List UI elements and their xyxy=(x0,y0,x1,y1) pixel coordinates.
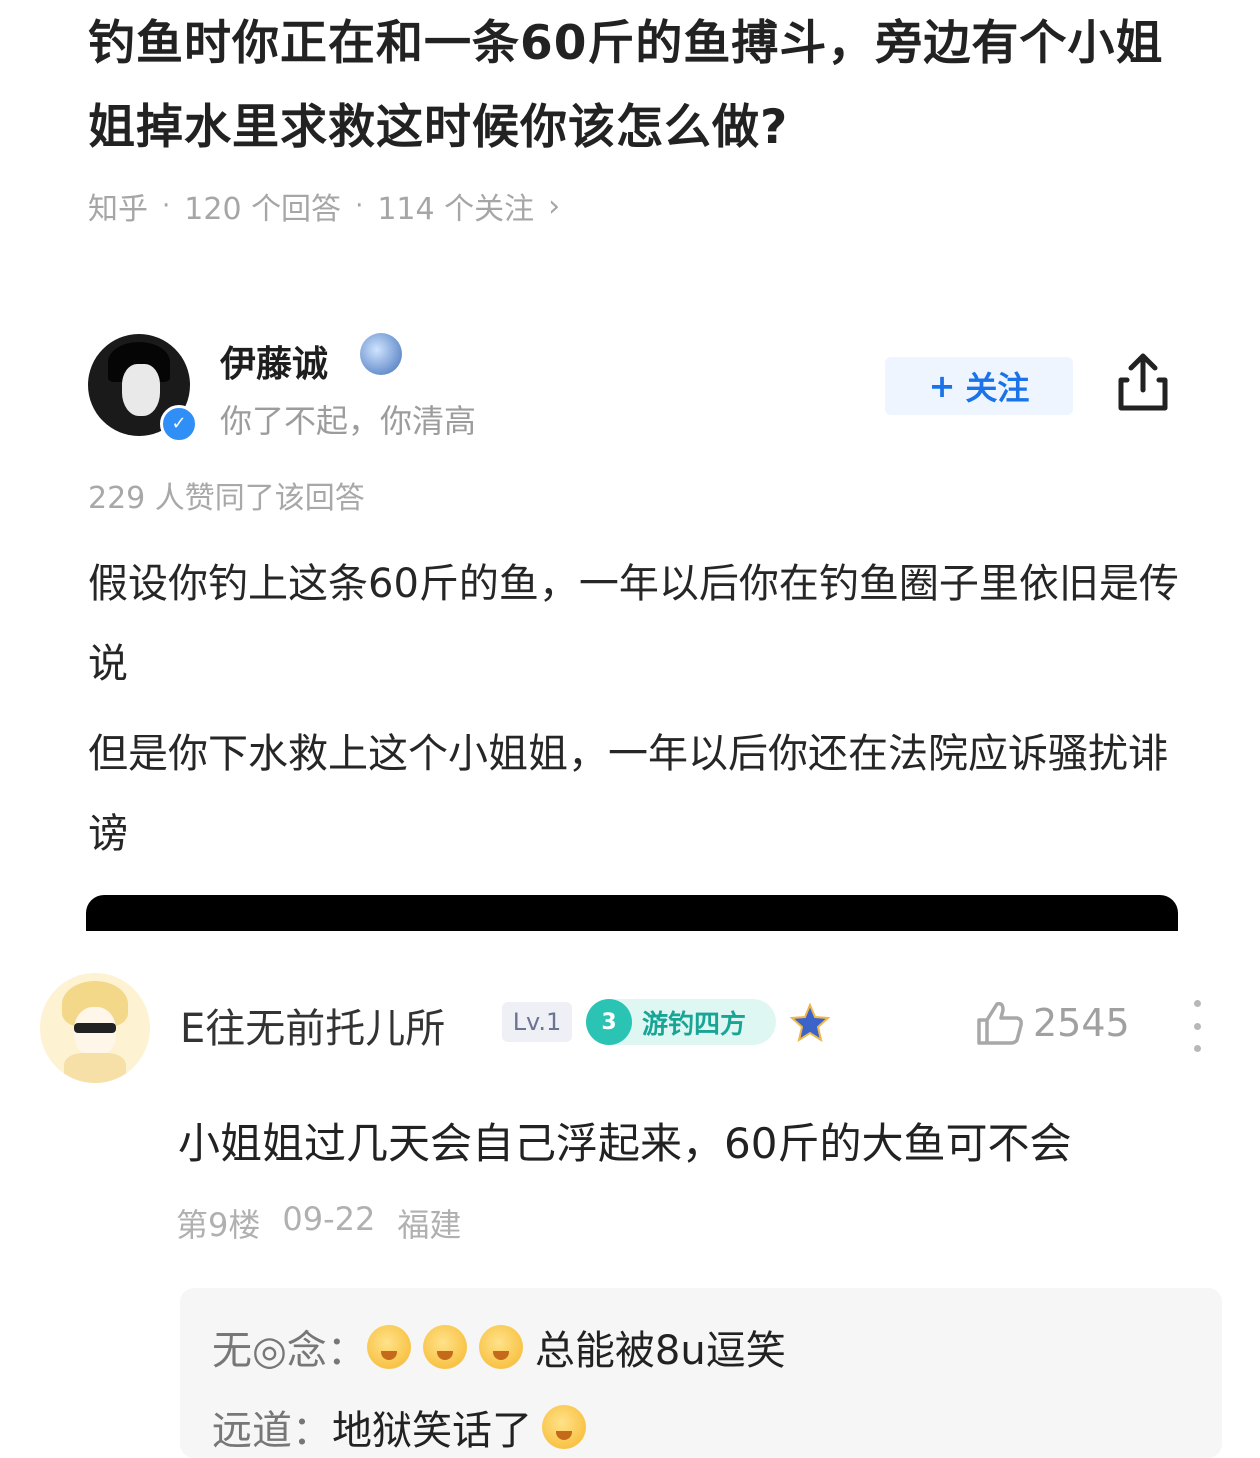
author-signature: 你了不起，你清高 xyxy=(220,402,477,440)
avatar-glasses xyxy=(74,1023,116,1033)
badge-gem-icon: 3 xyxy=(586,999,632,1045)
commenter-name[interactable]: E往无前托儿所 xyxy=(180,996,445,1054)
laugh-emoji-icon xyxy=(422,1325,467,1369)
plus-icon: + xyxy=(928,367,956,405)
more-vertical-icon[interactable] xyxy=(1190,1000,1204,1052)
like-count: 2545 xyxy=(1033,1001,1130,1045)
reply-text: 总能被8u逗笑 xyxy=(534,1328,786,1374)
badge-label: 游钓四方 xyxy=(642,1009,747,1040)
divider-bar xyxy=(86,895,1178,931)
follow-label: 关注 xyxy=(965,369,1030,407)
floor-number: 第9楼 xyxy=(176,1206,261,1244)
laugh-emoji-icon xyxy=(478,1325,523,1369)
verified-icon: ✓ xyxy=(160,405,198,443)
comment-text: 小姐姐过几天会自己浮起来，60斤的大鱼可不会 xyxy=(178,1119,1072,1168)
commenter-avatar[interactable] xyxy=(40,973,150,1083)
separator-dot: · xyxy=(355,191,364,221)
reply-item[interactable]: 无◎念： 总能被8u逗笑 xyxy=(212,1318,786,1376)
avatar-face xyxy=(122,364,160,416)
dot xyxy=(1193,1000,1201,1007)
source-label[interactable]: 知乎 xyxy=(88,184,148,228)
comment-date: 09-22 xyxy=(282,1200,376,1238)
share-icon[interactable] xyxy=(1113,350,1173,414)
comment-meta: 第9楼 09-22 福建 xyxy=(176,1200,461,1246)
reply-author[interactable]: 无◎念： xyxy=(212,1318,367,1376)
question-title[interactable]: 钓鱼时你正在和一条60斤的鱼搏斗，旁边有个小姐姐掉水里求救这时候你该怎么做? xyxy=(88,2,1198,170)
separator-dot: · xyxy=(162,191,171,221)
avatar-body xyxy=(64,1053,126,1083)
question-meta: 知乎 · 120 个回答 · 114 个关注 › xyxy=(88,184,560,228)
follower-count[interactable]: 114 个关注 xyxy=(377,184,534,228)
comment-location: 福建 xyxy=(397,1206,462,1244)
dot xyxy=(1193,1045,1201,1052)
laugh-emoji-icon xyxy=(366,1325,411,1369)
dot xyxy=(1193,1022,1201,1030)
answer-paragraph: 假设你钓上这条60斤的鱼，一年以后你在钓鱼圈子里依旧是传说 xyxy=(88,561,1179,687)
answer-count[interactable]: 120 个回答 xyxy=(184,184,341,228)
chevron-right-icon[interactable]: › xyxy=(548,189,560,224)
fan-badge[interactable]: 3 游钓四方 xyxy=(586,999,776,1045)
answer-paragraph: 但是你下水救上这个小姐姐，一年以后你还在法院应诉骚扰诽谤 xyxy=(88,731,1168,857)
upvote-count: 229 人赞同了该回答 xyxy=(88,481,365,516)
follow-button[interactable]: + 关注 xyxy=(885,357,1073,415)
author-name[interactable]: 伊藤诚 xyxy=(220,335,328,387)
like-button[interactable]: 2545 xyxy=(975,1000,1130,1046)
level-badge: Lv.1 xyxy=(502,1002,572,1042)
reply-item[interactable]: 远道： 地狱笑话了 xyxy=(212,1398,598,1456)
laugh-emoji-icon xyxy=(542,1405,586,1449)
star-medal-icon xyxy=(789,1003,831,1043)
medal-icon xyxy=(360,333,402,375)
thumbs-up-icon xyxy=(977,1001,1023,1045)
reply-text: 地狱笑话了 xyxy=(332,1408,532,1454)
reply-author[interactable]: 远道： xyxy=(212,1398,332,1456)
